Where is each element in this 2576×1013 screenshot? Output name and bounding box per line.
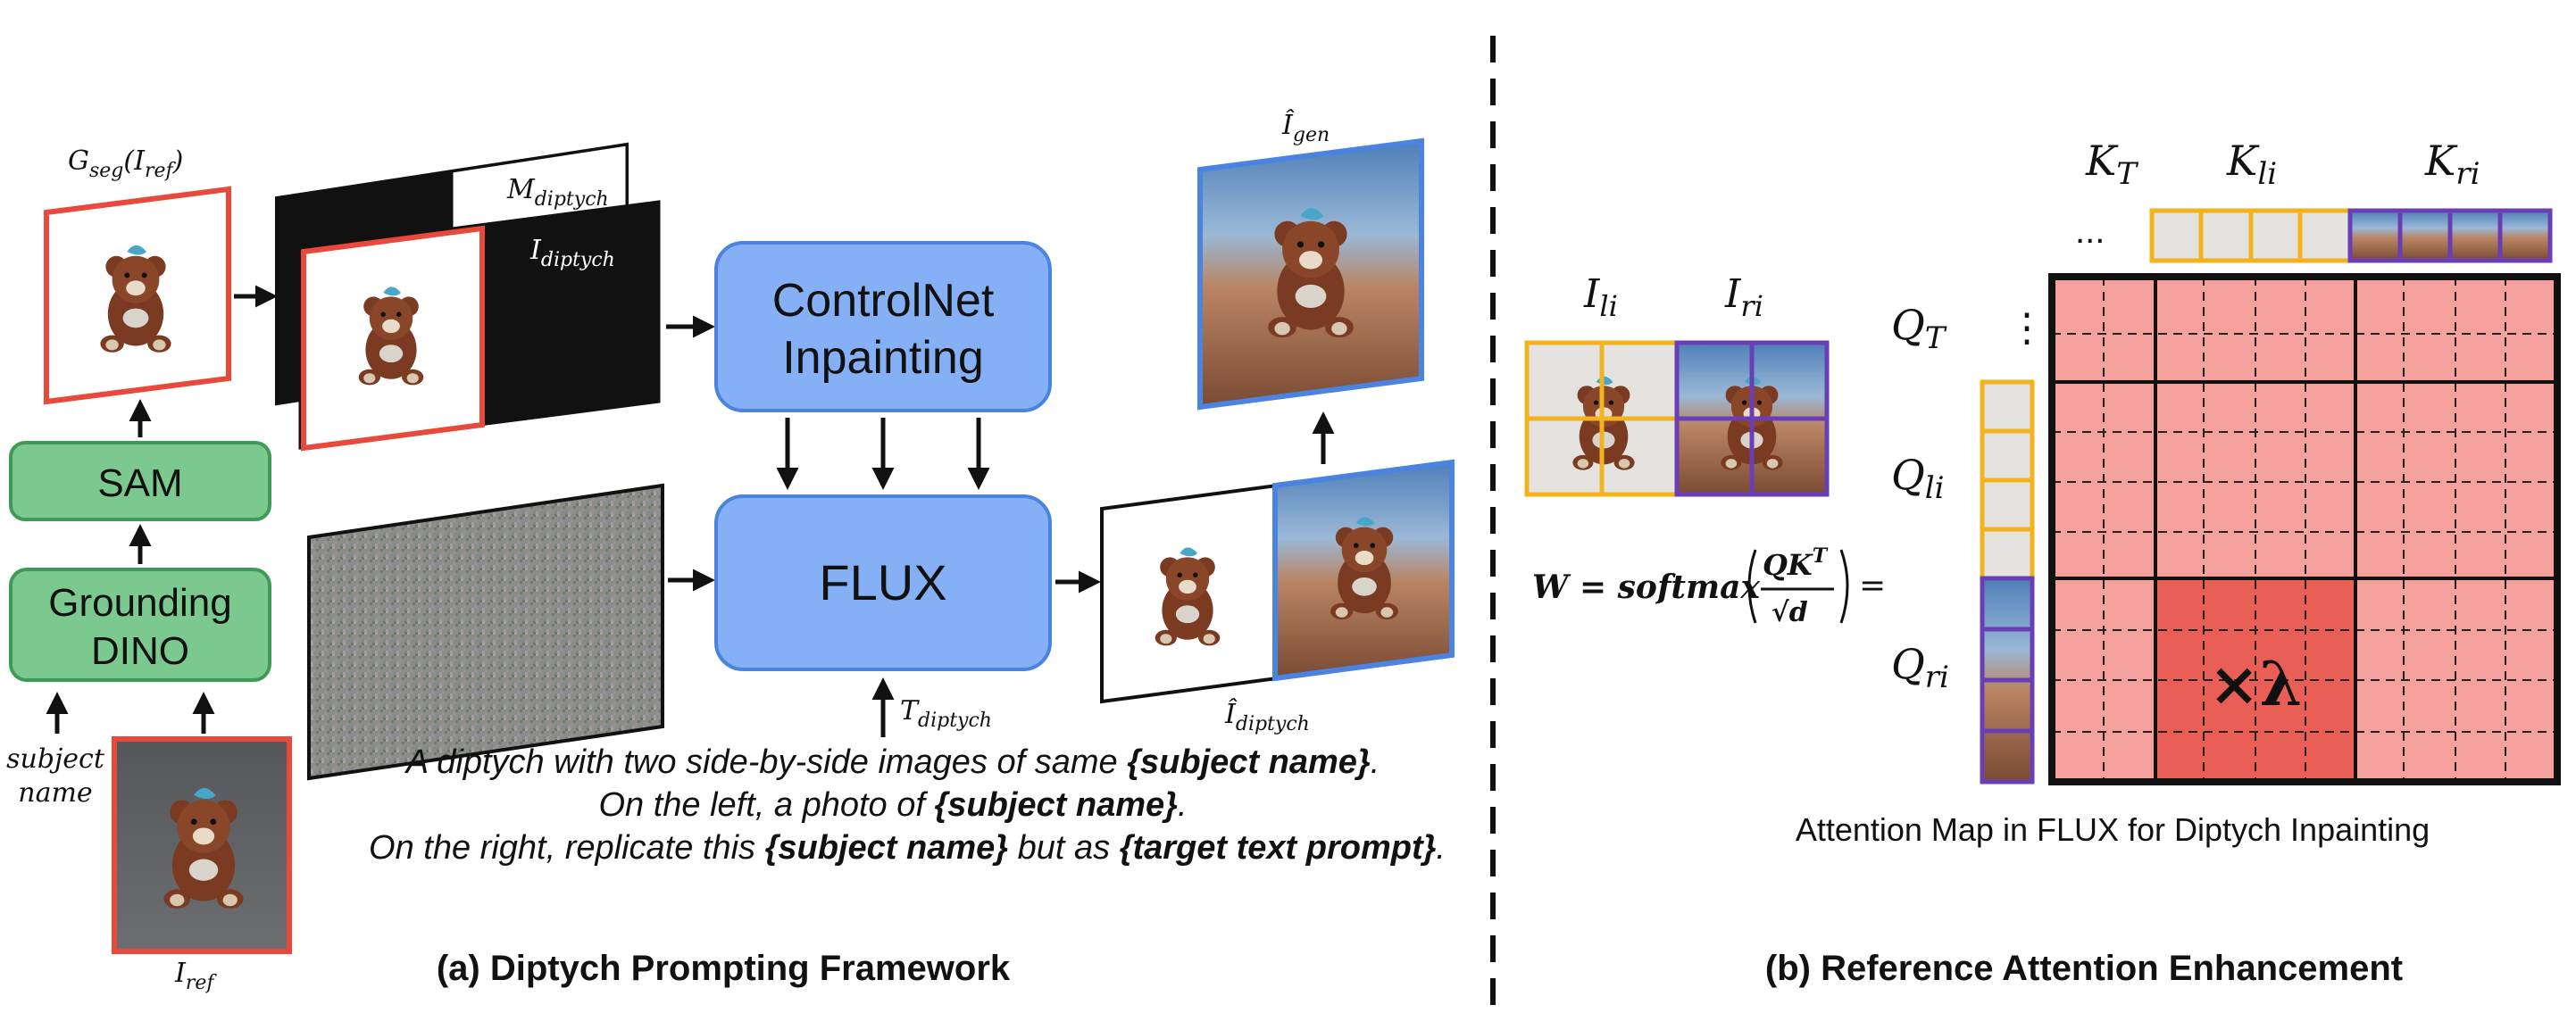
key-token-strip: [2149, 208, 2553, 263]
i-ref-label: Iref: [174, 958, 217, 994]
lambda-label: ×λ: [2209, 649, 2303, 720]
grounding-dino-label-1: Grounding: [48, 581, 231, 625]
q-li-label: Qli: [1891, 451, 1944, 506]
k-li-label: Kli: [2226, 137, 2277, 192]
g-seg-label: Gseg(Iref): [68, 145, 183, 182]
reference-image: [112, 736, 292, 954]
q-t-label: QT: [1891, 301, 1947, 356]
flux-label: FLUX: [819, 554, 946, 610]
softmax-formula: W = softmax QKT √d =: [1532, 544, 1886, 628]
sam-label: SAM: [97, 461, 182, 505]
flux-box: FLUX: [714, 494, 1052, 671]
caption-right: (b) Reference Attention Enhancement: [1765, 949, 2403, 988]
query-token-strip: [1980, 379, 2035, 785]
i-diptych-hat-label: Îdiptych: [1224, 698, 1310, 735]
controlnet-label-1: ControlNet: [772, 275, 995, 327]
patch-grid-left: [1524, 340, 1680, 497]
q-ri-label: Qri: [1891, 640, 1949, 695]
output-diptych-image: [1100, 459, 1455, 704]
segmented-reference-image: [44, 186, 231, 405]
prompt-line-1: A diptych with two side-by-side images o…: [404, 743, 1380, 781]
queries-ellipsis: ⋮: [2007, 306, 2047, 350]
keys-ellipsis: ...: [2075, 212, 2105, 251]
controlnet-inpainting-box: ControlNet Inpainting: [714, 241, 1052, 412]
k-ri-label: Kri: [2424, 137, 2480, 192]
i-ri-label: Iri: [1724, 271, 1763, 323]
attention-map: ×λ: [2048, 273, 2561, 785]
i-gen-label: Îgen: [1281, 109, 1330, 146]
prompt-line-2: On the left, a photo of {subject name}.: [598, 786, 1187, 824]
subject-name-label-2: name: [18, 777, 92, 809]
subject-name-label-1: subject: [6, 743, 105, 775]
generated-image: [1197, 137, 1424, 411]
i-li-label: Ili: [1583, 271, 1618, 323]
formula-equals: =: [1859, 568, 1886, 604]
noise-latent: [307, 483, 664, 781]
sam-box: SAM: [9, 441, 271, 521]
prompt-line-3: On the right, replicate this {subject na…: [369, 829, 1446, 867]
figure: Iref subject name Grounding DINO SAM Gse…: [6, 36, 2561, 1013]
attention-map-caption: Attention Map in FLUX for Diptych Inpain…: [1796, 811, 2430, 848]
grounding-dino-label-2: DINO: [91, 629, 189, 673]
k-t-label: KT: [2085, 137, 2138, 192]
grounding-dino-box: Grounding DINO: [9, 568, 271, 682]
t-diptych-label: Tdiptych: [900, 695, 992, 732]
patch-grid-right: [1674, 340, 1830, 497]
diptych-prompt: A diptych with two side-by-side images o…: [369, 743, 1446, 867]
controlnet-label-2: Inpainting: [782, 332, 984, 384]
formula-denominator: √d: [1772, 597, 1808, 628]
formula-numerator: QKT: [1763, 544, 1829, 582]
caption-left: (a) Diptych Prompting Framework: [437, 949, 1011, 988]
formula-lhs: W = softmax: [1532, 569, 1760, 606]
